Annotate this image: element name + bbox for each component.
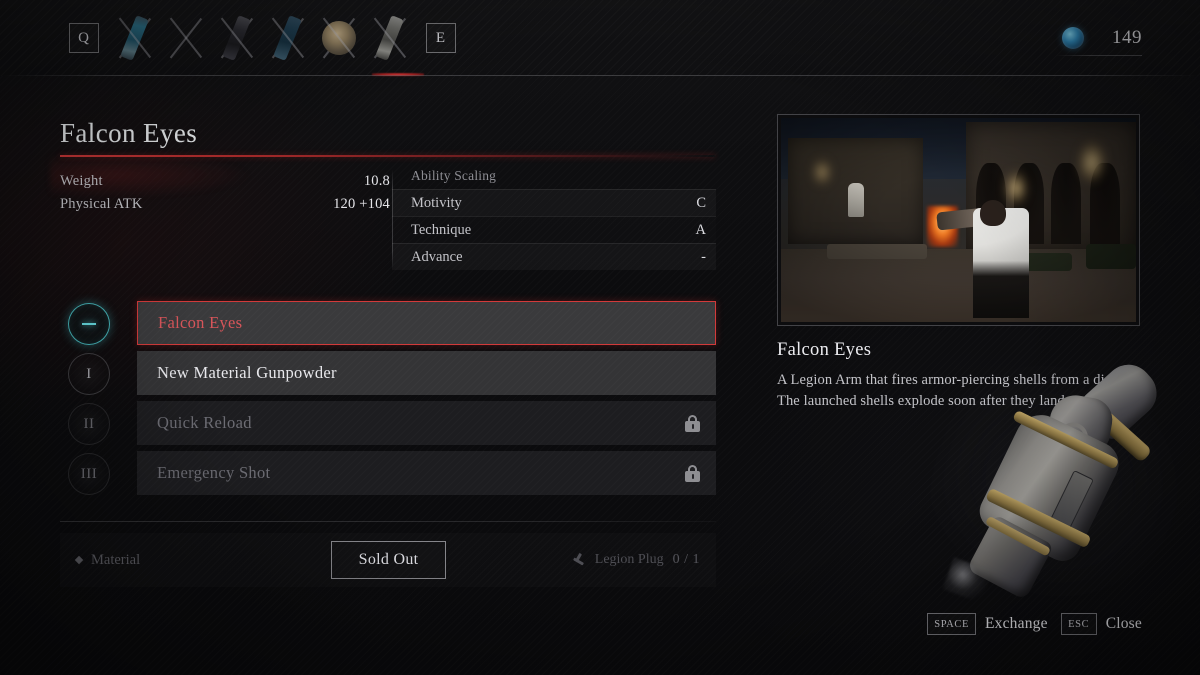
item-detail-block: Falcon Eyes A Legion Arm that fires armo… xyxy=(777,340,1147,413)
stat-label-physical-atk: Physical ATK xyxy=(60,196,143,212)
key-esc-badge: ESC xyxy=(1060,613,1097,635)
slot-6-cross-icon xyxy=(368,15,412,61)
slot-1-weapon-thumbnail xyxy=(120,15,149,61)
stat-label-weight: Weight xyxy=(60,173,103,189)
stat-row-weight: Weight 10.8 xyxy=(60,170,390,193)
weapon-slot-3[interactable] xyxy=(211,0,262,76)
detail-title: Falcon Eyes xyxy=(777,340,872,360)
ability-row-0[interactable]: Falcon Eyes xyxy=(60,298,716,348)
material-requirement-bar: Material Sold Out Legion Plug 0 / 1 xyxy=(60,533,716,587)
item-title-block: Falcon Eyes xyxy=(50,118,715,198)
lock-icon-3 xyxy=(685,464,700,482)
ability-badge-base xyxy=(68,303,110,345)
legion-plug-icon xyxy=(572,553,586,567)
weapon-slot-6[interactable] xyxy=(364,0,424,76)
scaling-grade-motivity: C xyxy=(696,194,706,211)
scaling-row-motivity: Motivity C xyxy=(392,189,716,216)
currency-amount: 149 xyxy=(1112,27,1142,48)
ability-row-3[interactable]: III Emergency Shot xyxy=(60,448,716,498)
ability-row-1[interactable]: I New Material Gunpowder xyxy=(60,348,716,398)
ability-name-3: Emergency Shot xyxy=(157,463,271,482)
scaling-label-advance: Advance xyxy=(411,248,463,265)
ability-bar-1[interactable]: New Material Gunpowder xyxy=(137,351,716,395)
material-label-group: Material xyxy=(74,551,141,569)
slot-1-cross-icon xyxy=(113,15,157,61)
hint-label-close: Close xyxy=(1105,615,1142,632)
dash-icon xyxy=(82,323,96,325)
scaling-grade-technique: A xyxy=(695,221,706,238)
ability-name-2: Quick Reload xyxy=(157,413,252,432)
gameplay-preview-image xyxy=(781,118,1136,322)
scaling-row-technique: Technique A xyxy=(392,216,716,243)
stat-value-physical-atk: 120 +104 xyxy=(333,196,390,212)
ability-row-2[interactable]: II Quick Reload xyxy=(60,398,716,448)
slot-2-weapon-thumbnail xyxy=(171,15,200,61)
hint-label-exchange: Exchange xyxy=(984,615,1048,632)
ability-badge-2: II xyxy=(68,403,110,445)
page-title: Falcon Eyes xyxy=(60,118,198,148)
key-e-badge: E xyxy=(425,23,456,53)
stat-row-physical-atk: Physical ATK 120 +104 xyxy=(60,193,390,216)
ergo-orb-icon xyxy=(1062,27,1084,49)
currency-display: 149 xyxy=(1056,0,1142,76)
item-stats-list: Weight 10.8 Physical ATK 120 +104 xyxy=(60,170,390,216)
sold-out-button[interactable]: Sold Out xyxy=(331,541,446,579)
keyboard-hints: SPACE Exchange ESC Close xyxy=(927,613,1142,635)
slot-5-weapon-thumbnail xyxy=(318,17,359,59)
legion-plug-label: Legion Plug xyxy=(594,552,664,567)
upgrade-ability-list: Falcon Eyes I New Material Gunpowder II … xyxy=(60,298,716,498)
hint-exchange[interactable]: SPACE Exchange xyxy=(927,613,1047,635)
ability-bar-2[interactable]: Quick Reload xyxy=(137,401,716,445)
legion-plug-count: 0 / 1 xyxy=(672,552,700,567)
stat-value-weight: 10.8 xyxy=(363,173,390,189)
ability-badge-1: I xyxy=(68,353,110,395)
ability-scaling-panel: Ability Scaling Motivity C Technique A A… xyxy=(392,168,716,270)
weapon-slot-4[interactable] xyxy=(262,0,313,76)
legion-arm-upgrade-screen: Q E 149 Falcon Eyes Weight 10.8 Physical… xyxy=(0,0,1200,675)
weapon-slot-1[interactable] xyxy=(109,0,160,76)
bottom-divider xyxy=(60,521,716,522)
scaling-label-technique: Technique xyxy=(411,221,472,238)
key-space-badge: SPACE xyxy=(927,613,976,635)
scaling-label-motivity: Motivity xyxy=(411,194,462,211)
weapon-slot-5[interactable] xyxy=(313,0,364,76)
ability-badge-3: III xyxy=(68,453,110,495)
detail-description: A Legion Arm that fires armor-piercing s… xyxy=(777,372,1146,410)
currency-underline xyxy=(1056,55,1142,56)
ability-name-0: Falcon Eyes xyxy=(158,313,243,332)
slot-4-cross-icon xyxy=(266,15,310,61)
scaling-grade-advance: - xyxy=(701,248,706,265)
weapon-slot-row: Q E xyxy=(58,0,466,76)
ability-name-1: New Material Gunpowder xyxy=(157,363,337,382)
slot-3-weapon-thumbnail xyxy=(222,15,251,61)
ability-bar-base[interactable]: Falcon Eyes xyxy=(137,301,716,345)
diamond-bullet-icon xyxy=(74,555,84,565)
slot-4-weapon-thumbnail xyxy=(273,15,302,61)
topbar-separator-line xyxy=(0,75,1200,76)
weapon-slot-2[interactable] xyxy=(160,0,211,76)
slot-2-cross-icon xyxy=(164,15,208,61)
ability-bar-3[interactable]: Emergency Shot xyxy=(137,451,716,495)
slot-6-weapon-thumbnail xyxy=(375,15,404,61)
material-label: Material xyxy=(91,551,141,568)
prev-category-key[interactable]: Q xyxy=(58,0,109,76)
next-category-key[interactable]: E xyxy=(415,0,466,76)
ability-scaling-header: Ability Scaling xyxy=(411,168,497,183)
title-underline xyxy=(60,155,715,158)
scaling-row-advance: Advance - xyxy=(392,243,716,270)
legion-plug-group: Legion Plug 0 / 1 xyxy=(572,552,700,568)
top-navigation-bar: Q E 149 xyxy=(0,0,1200,76)
slot-5-cross-icon xyxy=(317,15,361,61)
slot-3-cross-icon xyxy=(215,15,259,61)
key-q-badge: Q xyxy=(68,23,99,53)
preview-image-frame xyxy=(777,114,1140,326)
hint-close[interactable]: ESC Close xyxy=(1060,613,1142,635)
lock-icon-2 xyxy=(685,414,700,432)
